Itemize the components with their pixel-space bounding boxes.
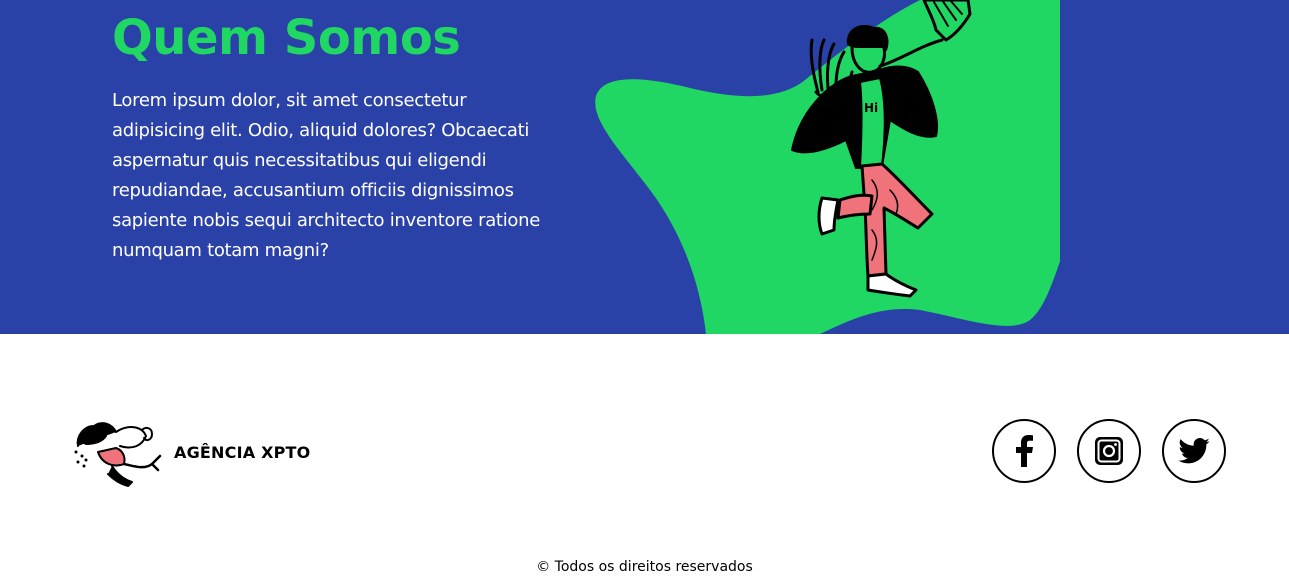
- agency-logo: [74, 422, 162, 487]
- about-text: Lorem ipsum dolor, sit amet consectetur …: [112, 90, 540, 261]
- person-megaphone-illustration: Hi: [595, 0, 1060, 334]
- facebook-icon: [1016, 435, 1033, 467]
- instagram-button[interactable]: [1077, 419, 1141, 483]
- copyright-text: © Todos os direitos reservados: [536, 559, 753, 575]
- social-links: [992, 419, 1226, 483]
- green-blob-shape: [595, 0, 1060, 334]
- facebook-button[interactable]: [992, 419, 1056, 483]
- instagram-icon: [1095, 437, 1123, 465]
- twitter-button[interactable]: [1162, 419, 1226, 483]
- shirt-text: Hi: [864, 101, 878, 115]
- brand-name: AGÊNCIA XPTO: [174, 442, 311, 462]
- footer-brand[interactable]: AGÊNCIA XPTO: [72, 416, 310, 488]
- about-section: Quem Somos Lorem ipsum dolor, sit amet c…: [0, 0, 1289, 334]
- twitter-icon: [1178, 438, 1210, 464]
- about-title: Quem Somos: [112, 10, 461, 66]
